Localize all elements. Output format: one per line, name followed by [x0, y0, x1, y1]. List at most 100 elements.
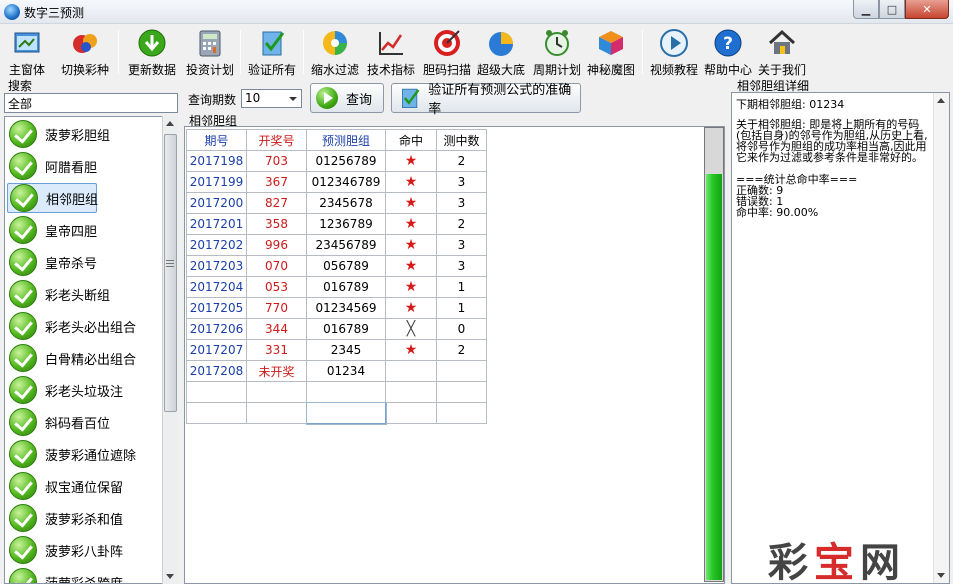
hit-count-cell[interactable]: 1 — [436, 276, 487, 298]
formula-list-item[interactable]: 叔宝通位保留 — [7, 471, 157, 501]
period-cell[interactable]: 2017198 — [186, 150, 247, 172]
period-cell[interactable]: 2017204 — [186, 276, 247, 298]
formula-list-item[interactable]: 斜码看百位 — [7, 407, 157, 437]
hit-count-cell[interactable]: 3 — [436, 234, 487, 256]
toolbar-switch-lottery-button[interactable]: 切换彩种 — [60, 28, 110, 78]
search-input[interactable] — [4, 93, 178, 113]
table-row[interactable]: 2017207 331 2345 ★ 2 — [186, 339, 487, 361]
prediction-cell[interactable]: 012346789 — [306, 171, 386, 193]
prediction-cell[interactable]: 23456789 — [306, 234, 386, 256]
formula-list-item[interactable]: 阿腊看胆 — [7, 151, 157, 181]
draw-cell[interactable]: 未开奖 — [246, 360, 307, 382]
formula-list-item[interactable]: 彩老头断组 — [7, 279, 157, 309]
prediction-cell[interactable]: 01234 — [306, 360, 386, 382]
hit-cell[interactable]: ★ — [385, 234, 437, 256]
period-cell[interactable]: 2017207 — [186, 339, 247, 361]
hit-cell[interactable]: ★ — [385, 255, 437, 277]
header-hit[interactable]: 命中 — [385, 129, 437, 151]
draw-cell[interactable]: 996 — [246, 234, 307, 256]
formula-list-item[interactable]: 皇帝四胆 — [7, 215, 157, 245]
toolbar-update-data-button[interactable]: 更新数据 — [126, 28, 178, 78]
query-periods-select[interactable]: 10 — [241, 89, 302, 108]
toolbar-magic-chart-button[interactable]: 神秘魔图 — [585, 28, 637, 78]
toolbar-video-tutorial-button[interactable]: 视频教程 — [648, 28, 700, 78]
empty-cell[interactable] — [186, 402, 247, 424]
empty-cell[interactable] — [436, 381, 487, 403]
hit-count-cell[interactable]: 0 — [436, 318, 487, 340]
prediction-cell[interactable]: 016789 — [306, 318, 386, 340]
prediction-cell[interactable]: 2345 — [306, 339, 386, 361]
prediction-cell[interactable]: 1236789 — [306, 213, 386, 235]
draw-cell[interactable]: 331 — [246, 339, 307, 361]
table-row[interactable]: 2017202 996 23456789 ★ 3 — [186, 234, 487, 256]
period-cell[interactable]: 2017202 — [186, 234, 247, 256]
hit-cell[interactable]: ★ — [385, 276, 437, 298]
table-row[interactable]: 2017201 358 1236789 ★ 2 — [186, 213, 487, 235]
hit-count-cell[interactable]: 3 — [436, 192, 487, 214]
period-cell[interactable]: 2017208 — [186, 360, 247, 382]
hit-cell[interactable]: ╳ — [385, 318, 437, 340]
header-prediction[interactable]: 预测胆组 — [306, 129, 386, 151]
empty-cell[interactable] — [385, 381, 437, 403]
draw-cell[interactable]: 070 — [246, 255, 307, 277]
formula-list-item[interactable]: 菠萝彩八卦阵 — [7, 535, 157, 565]
prediction-cell[interactable]: 01234569 — [306, 297, 386, 319]
period-cell[interactable]: 2017205 — [186, 297, 247, 319]
table-row[interactable]: 2017205 770 01234569 ★ 1 — [186, 297, 487, 319]
verify-all-formulas-button[interactable]: 验证所有预测公式的准确率 — [391, 83, 581, 117]
toolbar-super-base-button[interactable]: 超级大底 — [475, 28, 527, 78]
empty-cell[interactable] — [436, 402, 487, 424]
close-button[interactable]: ✕ — [905, 0, 949, 19]
period-cell[interactable]: 2017206 — [186, 318, 247, 340]
hit-count-cell[interactable] — [436, 360, 487, 382]
hit-count-cell[interactable]: 2 — [436, 150, 487, 172]
draw-cell[interactable]: 770 — [246, 297, 307, 319]
table-row[interactable]: 2017203 070 056789 ★ 3 — [186, 255, 487, 277]
draw-cell[interactable]: 344 — [246, 318, 307, 340]
period-cell[interactable]: 2017200 — [186, 192, 247, 214]
hit-count-cell[interactable]: 2 — [436, 339, 487, 361]
header-hit-count[interactable]: 测中数 — [436, 129, 487, 151]
period-cell[interactable]: 2017199 — [186, 171, 247, 193]
formula-list-item[interactable]: 菠萝彩胆组 — [7, 119, 157, 149]
hit-cell[interactable]: ★ — [385, 192, 437, 214]
hit-cell[interactable]: ★ — [385, 171, 437, 193]
hit-count-cell[interactable]: 1 — [436, 297, 487, 319]
hit-count-cell[interactable]: 3 — [436, 171, 487, 193]
prediction-cell[interactable]: 016789 — [306, 276, 386, 298]
toolbar-scan-button[interactable]: 胆码扫描 — [421, 28, 473, 78]
table-row[interactable]: 2017206 344 016789 ╳ 0 — [186, 318, 487, 340]
period-cell[interactable]: 2017203 — [186, 255, 247, 277]
empty-table-row[interactable] — [186, 381, 487, 403]
detail-scrollbar[interactable] — [933, 93, 949, 583]
formula-list-scrollbar[interactable] — [162, 116, 178, 584]
hit-count-cell[interactable]: 2 — [436, 213, 487, 235]
empty-cell[interactable] — [246, 381, 307, 403]
toolbar-verify-all-button[interactable]: 验证所有 — [246, 28, 298, 78]
draw-cell[interactable]: 827 — [246, 192, 307, 214]
formula-list-item[interactable]: 相邻胆组 — [7, 183, 98, 213]
table-row[interactable]: 2017200 827 2345678 ★ 3 — [186, 192, 487, 214]
formula-list-item[interactable]: 菠萝彩通位遮除 — [7, 439, 157, 469]
header-period[interactable]: 期号 — [186, 129, 247, 151]
detail-panel[interactable]: 下期相邻胆组: 01234 关于相邻胆组: 即是将上期所有的号码(包括自身)的邻… — [731, 92, 950, 584]
formula-list-item[interactable]: 菠萝彩杀跨度 — [7, 567, 157, 583]
table-row[interactable]: 2017204 053 016789 ★ 1 — [186, 276, 487, 298]
minimize-button[interactable]: ▁ — [853, 0, 879, 19]
scroll-up-icon[interactable] — [937, 98, 945, 103]
draw-cell[interactable]: 053 — [246, 276, 307, 298]
prediction-cell[interactable]: 056789 — [306, 255, 386, 277]
prediction-cell[interactable]: 2345678 — [306, 192, 386, 214]
scroll-down-icon[interactable] — [166, 574, 174, 579]
toolbar-invest-plan-button[interactable]: 投资计划 — [184, 28, 236, 78]
toolbar-tech-indicator-button[interactable]: 技术指标 — [365, 28, 417, 78]
hit-cell[interactable] — [385, 360, 437, 382]
empty-cell[interactable] — [186, 381, 247, 403]
toolbar-about-us-button[interactable]: 关于我们 — [756, 28, 808, 78]
formula-list-item[interactable]: 彩老头垃圾注 — [7, 375, 157, 405]
maximize-button[interactable]: □ — [879, 0, 905, 19]
period-cell[interactable]: 2017201 — [186, 213, 247, 235]
scroll-up-icon[interactable] — [166, 121, 174, 126]
query-button[interactable]: 查询 — [310, 83, 384, 113]
table-row[interactable]: 2017208 未开奖 01234 — [186, 360, 487, 382]
